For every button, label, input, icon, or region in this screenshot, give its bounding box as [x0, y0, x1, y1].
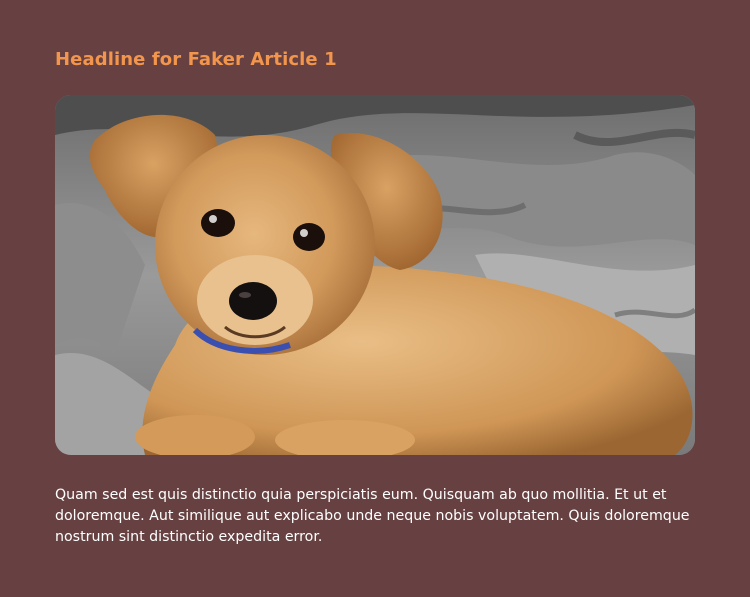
- article-body: Quam sed est quis distinctio quia perspi…: [55, 487, 690, 545]
- article-card: Headline for Faker Article 1 Quam sed es…: [0, 0, 750, 597]
- article-image: [55, 95, 695, 455]
- puppy-photo-icon: [55, 95, 695, 455]
- article-headline: Headline for Faker Article 1: [55, 49, 337, 70]
